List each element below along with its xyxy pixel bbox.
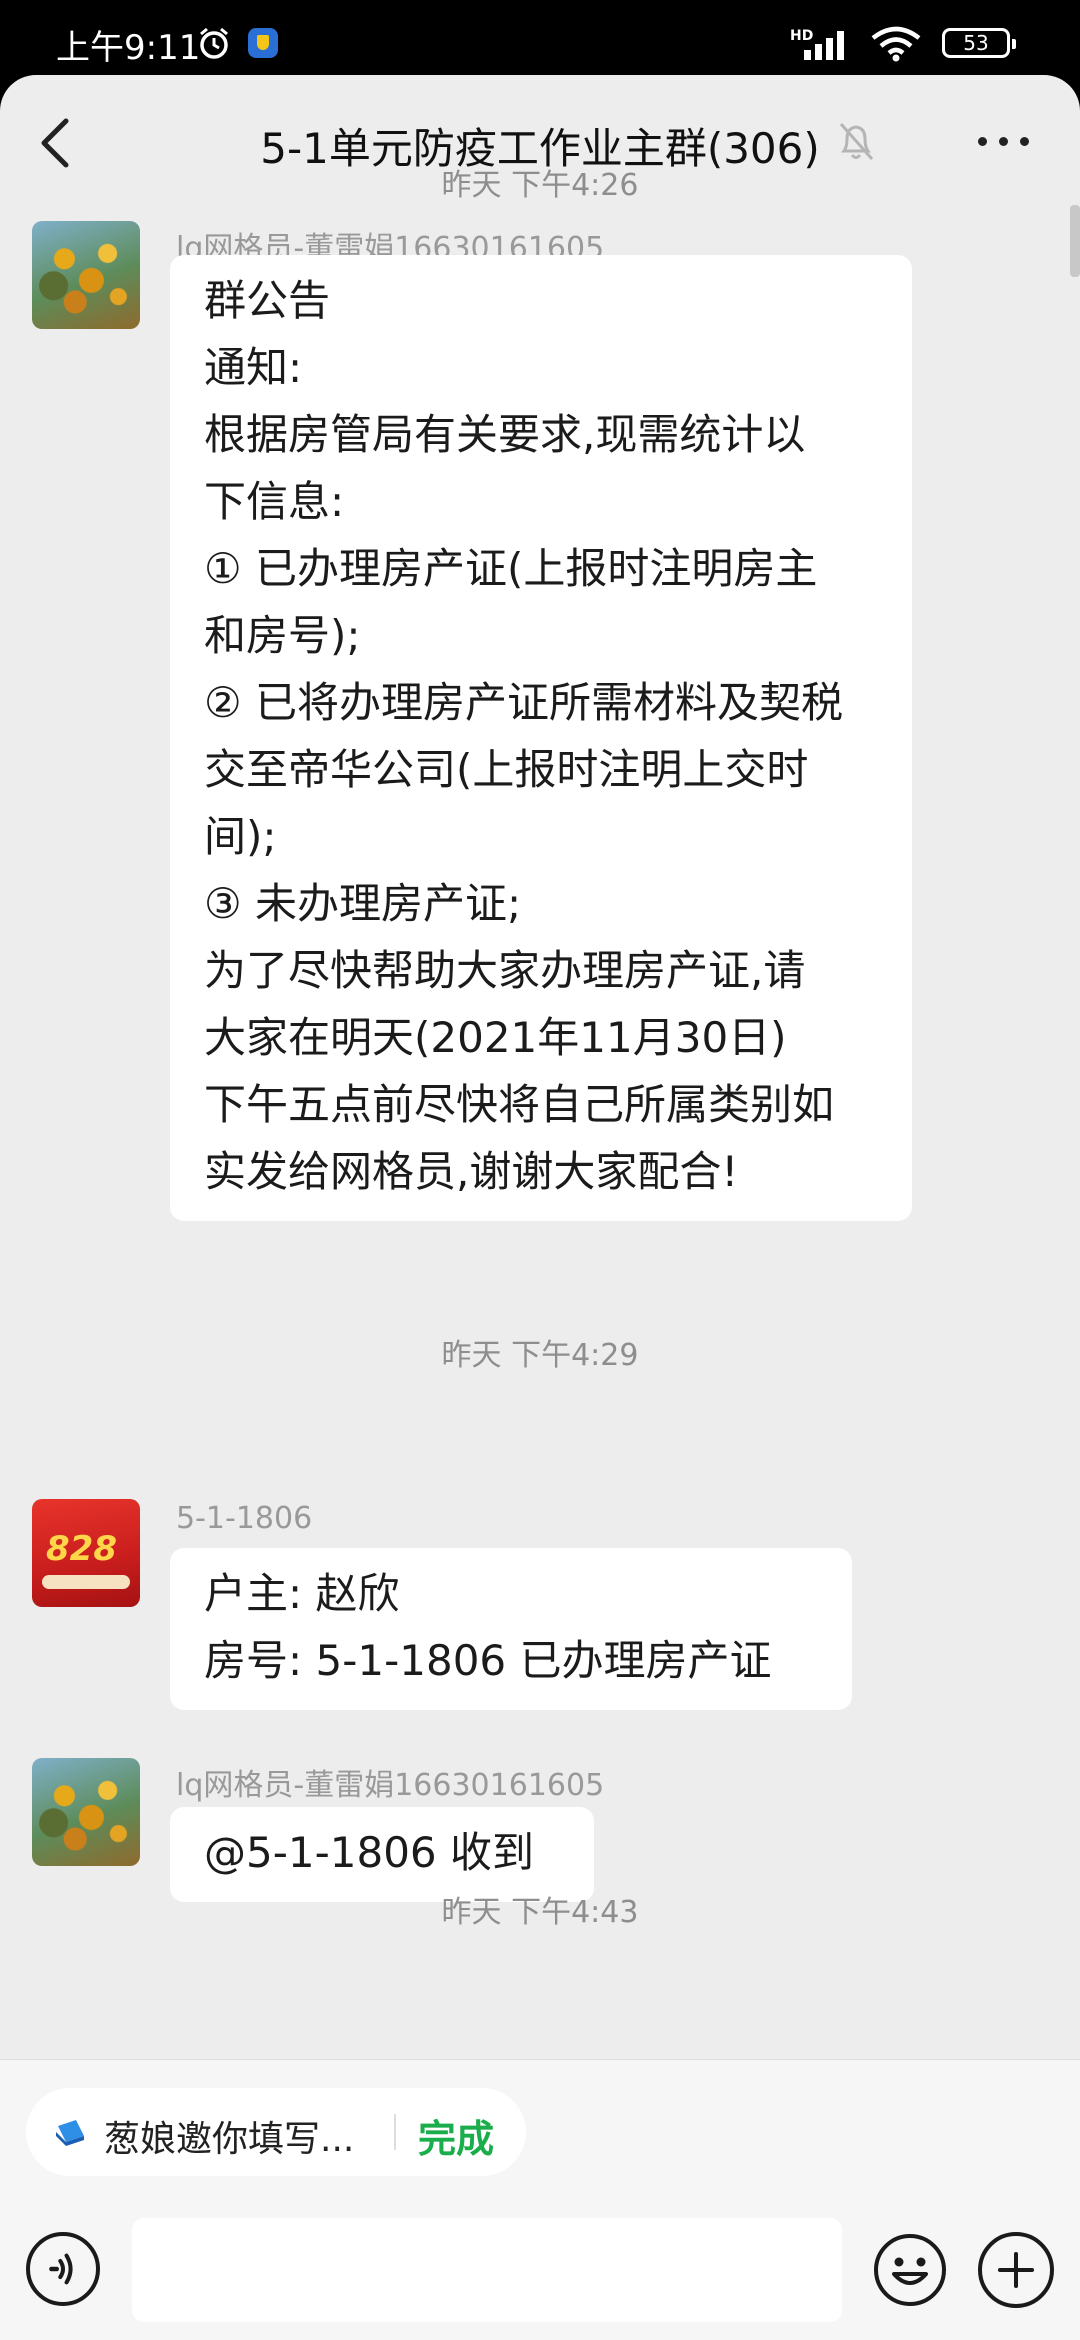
message-timestamp: 昨天 下午4:43 <box>441 1895 639 1930</box>
battery-indicator: 53 <box>942 28 1016 58</box>
message-line: ② 已将办理房产证所需材料及契税 <box>204 678 844 727</box>
message-timestamp: 昨天 下午4:26 <box>441 168 639 203</box>
avatar[interactable]: 828 <box>32 1499 140 1607</box>
avatar[interactable] <box>32 221 140 329</box>
done-button[interactable]: 完成 <box>418 2108 494 2163</box>
message-line: 根据房管局有关要求,现需统计以 <box>204 410 806 459</box>
message-line: 实发给网格员,谢谢大家配合! <box>204 1147 739 1196</box>
divider <box>394 2114 396 2150</box>
sender-name: 5-1-1806 <box>176 1501 313 1536</box>
status-bar: 上午9:11 HD 53 <box>0 0 1080 75</box>
message-line: 通知: <box>204 343 303 392</box>
security-shield-icon <box>248 28 278 58</box>
bell-off-icon <box>839 123 874 160</box>
signal-icon <box>804 31 844 60</box>
chat-screen: 5-1单元防疫工作业主群(306) 昨天 下午4:26 lq网格员-董雷娟166… <box>0 75 1080 2340</box>
message-line: ① 已办理房产证(上报时注明房主 <box>204 544 818 593</box>
voice-icon[interactable] <box>26 2232 100 2306</box>
emoji-icon[interactable] <box>872 2232 948 2308</box>
avatar-decoration <box>42 1575 130 1589</box>
more-button[interactable] <box>976 119 1036 163</box>
scrollbar[interactable] <box>1070 205 1080 277</box>
message-input[interactable] <box>132 2218 842 2322</box>
message-line: 交至帝华公司(上报时注明上交时 <box>204 745 809 794</box>
avatar[interactable] <box>32 1758 140 1866</box>
bottom-input-area: 葱娘邀你填写... 完成 <box>0 2059 1080 2340</box>
status-time: 上午9:11 <box>56 28 201 68</box>
message-line: 间); <box>204 812 277 861</box>
message-bubble[interactable]: 户主: 赵欣 房号: 5-1-1806 已办理房产证 <box>170 1548 852 1710</box>
todo-text: 葱娘邀你填写... <box>104 2119 355 2160</box>
avatar-promo-text: 828 <box>46 1529 117 1569</box>
more-dots-icon <box>978 137 987 146</box>
plus-icon[interactable] <box>978 2232 1054 2308</box>
todo-chip[interactable]: 葱娘邀你填写... 完成 <box>26 2088 526 2176</box>
more-dots-icon <box>999 137 1008 146</box>
alarm-icon <box>200 27 228 59</box>
more-dots-icon <box>1020 137 1029 146</box>
message-line: 和房号); <box>204 611 361 660</box>
message-line: 群公告 <box>204 276 331 325</box>
message-line: ③ 未办理房产证; <box>204 879 522 928</box>
message-line: 大家在明天(2021年11月30日) <box>204 1013 787 1062</box>
wifi-icon <box>871 26 921 62</box>
message-line: 下信息: <box>204 477 345 526</box>
message-line: 下午五点前尽快将自己所属类别如 <box>204 1080 835 1129</box>
message-timestamp: 昨天 下午4:29 <box>441 1338 639 1373</box>
message-line: 为了尽快帮助大家办理房产证,请 <box>204 946 806 995</box>
message-line: 房号: 5-1-1806 已办理房产证 <box>204 1636 772 1685</box>
message-line: 户主: 赵欣 <box>204 1569 400 1618</box>
message-bubble[interactable]: 群公告 通知: 根据房管局有关要求,现需统计以 下信息: ① 已办理房产证(上报… <box>170 255 912 1221</box>
todo-icon <box>56 2120 84 2146</box>
sender-name: lq网格员-董雷娟16630161605 <box>176 1768 605 1803</box>
message-line: @5-1-1806 收到 <box>204 1828 534 1877</box>
